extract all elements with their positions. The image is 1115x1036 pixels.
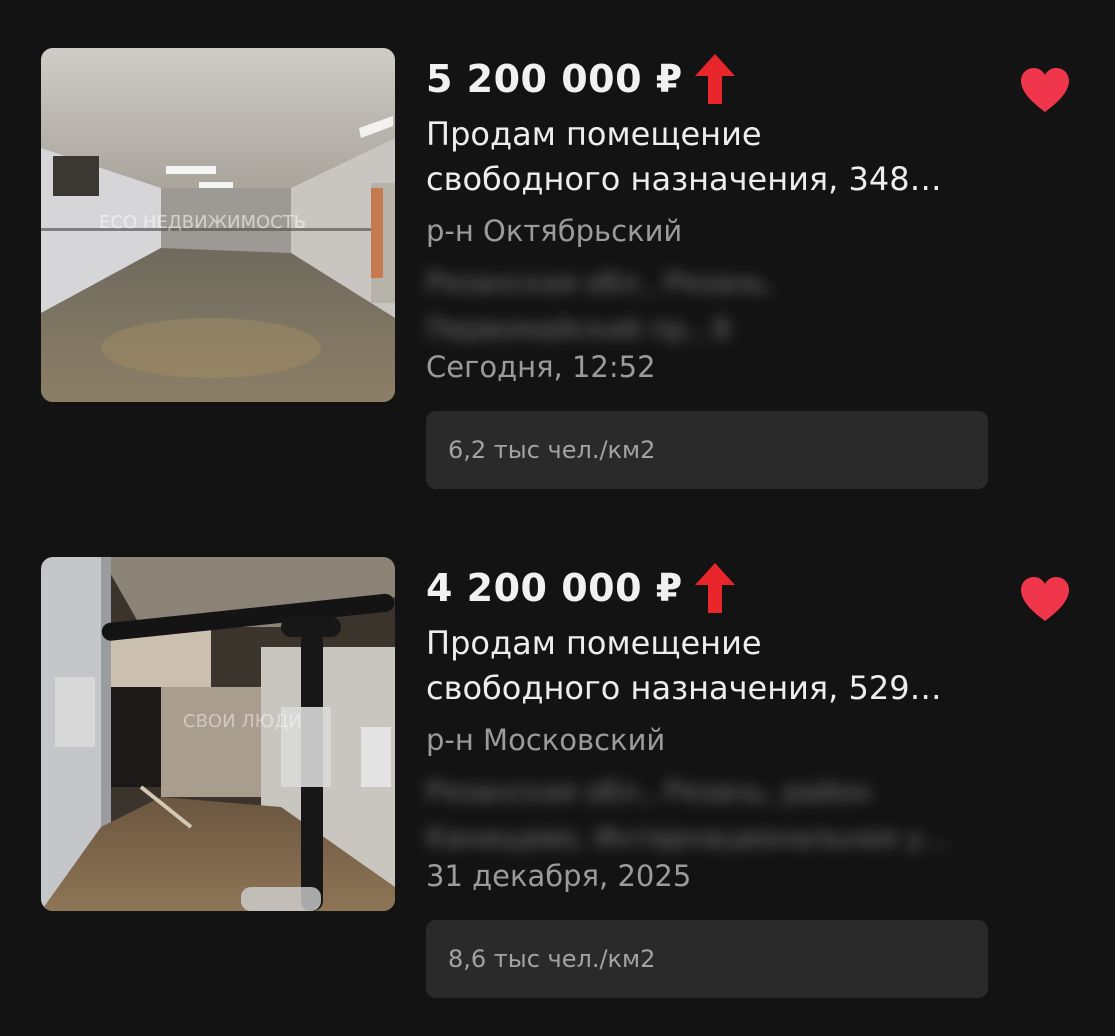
arrow-up-icon [694,54,735,104]
basement-corridor-photo: СВОИ ЛЮДИ [41,557,395,911]
svg-text:СВОИ ЛЮДИ: СВОИ ЛЮДИ [183,711,302,732]
population-density-chip: 8,6 тыс чел./км2 [426,920,988,998]
address-line: Первомайский пр., 8 [426,312,731,345]
favorite-button[interactable] [1018,575,1072,623]
listing-title[interactable]: Продам помещение свободного назначения, … [426,112,1026,202]
address-line: Рязанская обл., Рязань, район [426,775,872,808]
listing-district: р-н Московский [426,723,666,757]
svg-text:ЕСО НЕДВИЖИМОСТЬ: ЕСО НЕДВИЖИМОСТЬ [99,212,306,233]
listing-district: р-н Октябрьский [426,214,683,248]
listing-date: 31 декабря, 2025 [426,859,692,893]
price-row: 5 200 000 ₽ [426,54,737,104]
density-label: 8,6 тыс чел./км2 [448,945,656,973]
listing-photo[interactable]: ЕСО НЕДВИЖИМОСТЬ [41,48,395,402]
favorite-button[interactable] [1018,66,1072,114]
listing-title-line: Продам помещение [426,115,762,153]
listing-feed: ЕСО НЕДВИЖИМОСТЬ 5 200 000 ₽ Продам поме… [0,0,1115,1036]
listing-title-line: Продам помещение [426,624,762,662]
listing-title-line: свободного назначения, 529… [426,669,942,707]
heart-icon [1021,68,1069,112]
arrow-up-icon [694,563,735,613]
listing-card[interactable]: ЕСО НЕДВИЖИМОСТЬ 5 200 000 ₽ Продам поме… [0,46,1115,506]
listing-address-blurred: Рязанская обл., Рязань, район Канищево, … [426,769,986,861]
listing-price: 5 200 000 ₽ [426,57,683,101]
density-label: 6,2 тыс чел./км2 [448,436,656,464]
listing-title-line: свободного назначения, 348… [426,160,942,198]
basement-hall-photo: ЕСО НЕДВИЖИМОСТЬ [41,48,395,402]
heart-icon [1021,577,1069,621]
listing-card[interactable]: СВОИ ЛЮДИ 4 200 000 ₽ Продам помещение с… [0,555,1115,1015]
listing-address-blurred: Рязанская обл., Рязань, Первомайский пр.… [426,260,986,352]
listing-photo[interactable]: СВОИ ЛЮДИ [41,557,395,911]
listing-title[interactable]: Продам помещение свободного назначения, … [426,621,1026,711]
listing-date: Сегодня, 12:52 [426,350,656,384]
listing-price: 4 200 000 ₽ [426,566,683,610]
price-row: 4 200 000 ₽ [426,563,737,613]
population-density-chip: 6,2 тыс чел./км2 [426,411,988,489]
address-line: Канищево, Интернациональная у… [426,821,951,854]
address-line: Рязанская обл., Рязань, [426,266,774,299]
